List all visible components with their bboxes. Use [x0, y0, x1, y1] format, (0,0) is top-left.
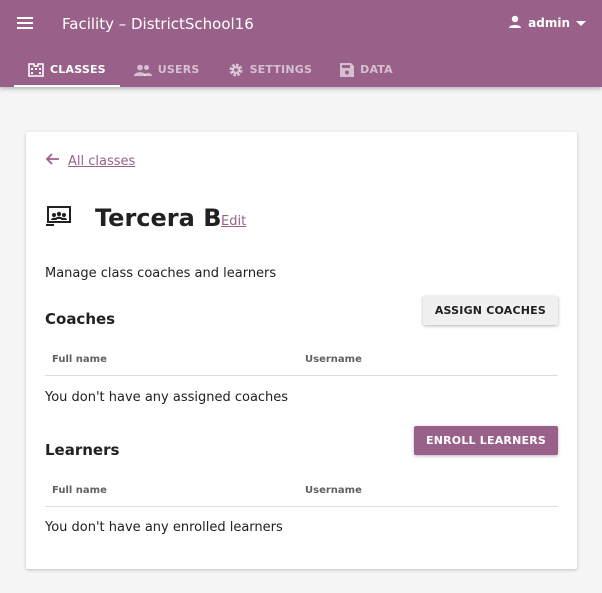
- tab-classes[interactable]: CLASSES: [14, 52, 120, 87]
- column-full-name[interactable]: Full name: [52, 485, 107, 496]
- users-icon: [133, 64, 152, 76]
- gear-icon: [228, 62, 244, 78]
- tab-label: USERS: [157, 63, 200, 76]
- tab-settings[interactable]: SETTINGS: [214, 52, 327, 87]
- tab-data[interactable]: DATA: [326, 52, 407, 87]
- learners-table-header: Full name Username: [45, 476, 558, 507]
- tab-users[interactable]: USERS: [120, 52, 214, 87]
- column-full-name[interactable]: Full name: [52, 354, 107, 365]
- enroll-learners-button[interactable]: ENROLL LEARNERS: [413, 426, 558, 455]
- user-menu[interactable]: admin: [508, 14, 586, 32]
- classroom-icon: [46, 206, 72, 232]
- coaches-empty-message: You don't have any assigned coaches: [45, 390, 289, 405]
- learners-title: Learners: [45, 441, 120, 459]
- tab-label: CLASSES: [50, 63, 106, 76]
- back-link[interactable]: All classes: [45, 153, 136, 169]
- tab-label: SETTINGS: [249, 63, 313, 76]
- column-username[interactable]: Username: [305, 354, 362, 365]
- tab-label: DATA: [360, 63, 393, 76]
- classes-icon: [28, 62, 44, 77]
- assign-coaches-button[interactable]: ASSIGN COACHES: [422, 296, 558, 325]
- back-link-label: All classes: [68, 153, 136, 169]
- learners-empty-message: You don't have any enrolled learners: [45, 520, 283, 535]
- coaches-title: Coaches: [45, 310, 116, 328]
- menu-icon[interactable]: [14, 14, 36, 32]
- nav-tabs: CLASSES USERS SETTINGS DATA: [14, 52, 407, 87]
- column-username[interactable]: Username: [305, 485, 362, 496]
- app-bar: Facility – DistrictSchool16 admin CLASSE…: [0, 0, 602, 87]
- class-name: Tercera B: [95, 204, 222, 232]
- chevron-down-icon: [576, 16, 586, 30]
- user-name: admin: [528, 16, 570, 30]
- person-icon: [508, 15, 522, 32]
- save-icon: [340, 62, 355, 77]
- class-card: All classes Tercera B Edit Manage class …: [26, 132, 577, 569]
- arrow-left-icon: [45, 153, 60, 169]
- app-title: Facility – DistrictSchool16: [62, 15, 254, 33]
- coaches-table-header: Full name Username: [45, 345, 558, 376]
- page-description: Manage class coaches and learners: [45, 266, 277, 281]
- edit-class-link[interactable]: Edit: [221, 214, 246, 229]
